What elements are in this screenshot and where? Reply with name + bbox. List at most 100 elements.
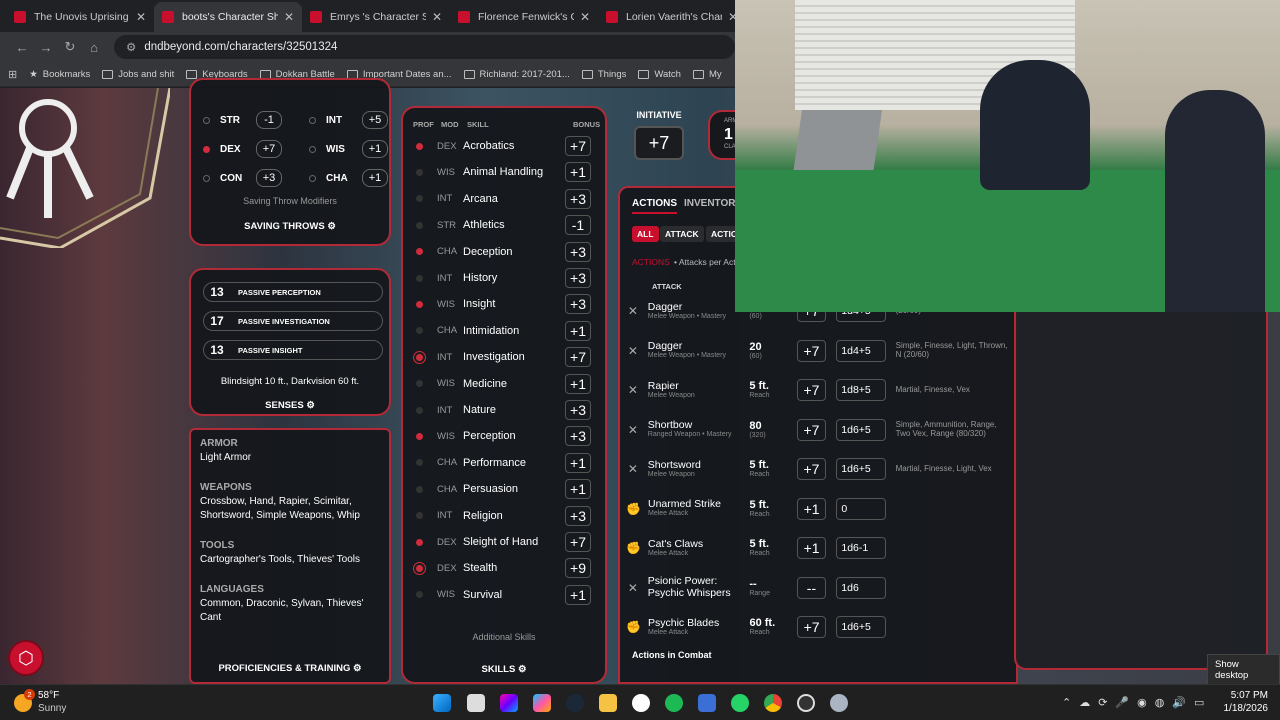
file-explorer-icon[interactable]: [599, 694, 617, 712]
attack-damage[interactable]: 1d6: [836, 576, 886, 599]
close-tab-icon[interactable]: ✕: [432, 10, 442, 24]
skill-bonus[interactable]: +1: [565, 584, 591, 605]
attack-damage[interactable]: 1d6-1: [836, 537, 886, 559]
forward-icon[interactable]: →: [34, 40, 58, 55]
attack-row[interactable]: ✕ Shortsword Melee Weapon 5 ft. Reach +7 1d6+5…: [620, 449, 1010, 489]
attack-hit-bonus[interactable]: +7: [796, 339, 827, 362]
tab-actions[interactable]: ACTIONS: [632, 198, 677, 214]
clock-date[interactable]: 1/18/2026: [1212, 703, 1269, 714]
bookmark-item[interactable]: Things: [581, 69, 626, 80]
skill-bonus[interactable]: +3: [565, 294, 591, 315]
saving-throw-int[interactable]: INT +5: [309, 110, 388, 130]
gear-icon[interactable]: ⚙: [515, 664, 527, 675]
clock-time[interactable]: 5:07 PM: [1228, 690, 1268, 701]
skill-row[interactable]: INT Nature +3: [403, 397, 599, 423]
attack-row[interactable]: ✕ Shortbow Ranged Weapon • Mastery 80 (320) +…: [620, 410, 1010, 450]
skill-bonus[interactable]: +9: [565, 558, 591, 579]
windows-start-icon[interactable]: [433, 694, 451, 712]
chatgpt-icon[interactable]: [632, 694, 650, 712]
whatsapp-icon[interactable]: [731, 694, 749, 712]
additional-skills-link[interactable]: Additional Skills: [403, 632, 605, 642]
skill-bonus[interactable]: +3: [565, 268, 591, 288]
attack-row[interactable]: ✊ Unarmed Strike Melee Attack 5 ft. Reach +1 0: [620, 489, 1010, 529]
skill-bonus[interactable]: +7: [565, 347, 591, 368]
copilot-app-icon[interactable]: [500, 694, 518, 712]
attack-row[interactable]: ✊ Cat's Claws Melee Attack 5 ft. Reach +1 1d6-…: [620, 528, 1010, 568]
home-icon[interactable]: ⌂: [82, 40, 106, 55]
gear-icon[interactable]: ⚙: [325, 221, 336, 232]
back-icon[interactable]: ←: [10, 40, 34, 55]
browser-tab[interactable]: Emrys 's Character Shee ✕: [302, 2, 450, 32]
attack-damage[interactable]: 1d6+5: [836, 616, 886, 638]
skill-bonus[interactable]: +1: [565, 373, 591, 394]
browser-tab[interactable]: Florence Fenwick's Char ✕: [450, 2, 598, 32]
skill-bonus[interactable]: +3: [565, 241, 591, 262]
skill-row[interactable]: DEX Sleight of Hand +7: [403, 529, 599, 555]
skill-row[interactable]: WIS Survival +1: [403, 582, 599, 608]
attack-damage[interactable]: 1d6+5: [836, 418, 886, 441]
bookmark-item[interactable]: Richland: 2017-201...: [463, 69, 570, 80]
attack-hit-bonus[interactable]: +7: [796, 418, 827, 441]
saving-throw-str[interactable]: STR -1: [203, 110, 282, 130]
close-tab-icon[interactable]: ✕: [136, 10, 146, 24]
browser-tab[interactable]: boots's Character Sheet ✕: [154, 2, 302, 32]
skill-row[interactable]: DEX Acrobatics +7: [403, 133, 599, 159]
browser-tab[interactable]: The Unovis Uprising - C ✕: [6, 2, 154, 32]
skill-bonus[interactable]: -1: [565, 215, 591, 236]
skill-row[interactable]: DEX Stealth +9: [403, 555, 599, 581]
attack-hit-bonus[interactable]: +7: [796, 379, 827, 401]
skill-bonus[interactable]: +3: [565, 188, 591, 209]
filter-attack[interactable]: ATTACK: [660, 226, 704, 242]
skill-row[interactable]: CHA Performance +1: [403, 450, 599, 476]
skill-row[interactable]: INT History +3: [403, 265, 599, 291]
saving-throws-title[interactable]: SAVING THROWS ⚙: [191, 221, 389, 232]
bookmark-item[interactable]: Jobs and shit: [102, 69, 174, 80]
task-view-icon[interactable]: [467, 694, 485, 712]
site-info-icon[interactable]: ⚙: [126, 40, 136, 54]
skill-bonus[interactable]: +1: [565, 320, 591, 341]
browser-tab[interactable]: Lorien Vaerith's Charact ✕: [598, 2, 735, 32]
attack-hit-bonus[interactable]: +7: [796, 616, 827, 638]
obs-icon[interactable]: [797, 694, 815, 712]
filter-all[interactable]: ALL: [632, 226, 659, 242]
spotify-icon[interactable]: [665, 694, 683, 712]
initiative-value[interactable]: +7: [634, 126, 684, 160]
skill-row[interactable]: INT Investigation +7: [403, 344, 599, 370]
tray-icons[interactable]: ⌃☁⟳🎤◉◍🔊▭: [1062, 696, 1212, 709]
skill-bonus[interactable]: +7: [565, 136, 591, 156]
saving-throw-dex[interactable]: DEX +7: [203, 139, 282, 159]
attack-hit-bonus[interactable]: +1: [796, 497, 827, 520]
close-tab-icon[interactable]: ✕: [728, 10, 735, 24]
attack-damage[interactable]: 1d6+5: [836, 458, 886, 480]
attack-row[interactable]: ✕ Rapier Melee Weapon 5 ft. Reach +7 1d8+5 Mart…: [620, 370, 1010, 410]
skill-row[interactable]: CHA Intimidation +1: [403, 318, 599, 344]
skill-bonus[interactable]: +3: [565, 505, 591, 526]
reload-icon[interactable]: ↻: [58, 39, 82, 55]
skill-row[interactable]: WIS Animal Handling +1: [403, 159, 599, 185]
document-app-icon[interactable]: [698, 694, 716, 712]
bookmark-item[interactable]: ★ Bookmarks: [29, 69, 90, 80]
attack-row[interactable]: ✕ Psionic Power: Psychic Whispers -- Range -…: [620, 568, 1010, 608]
skill-bonus[interactable]: +1: [565, 479, 591, 500]
skill-bonus[interactable]: +1: [565, 162, 591, 183]
proficiencies-title[interactable]: PROFICIENCIES & TRAINING ⚙: [191, 663, 389, 674]
apps-grid-icon[interactable]: ⊞: [8, 68, 17, 81]
attack-row[interactable]: ✊ Psychic Blades Melee Attack 60 ft. Reach +7…: [620, 607, 1010, 647]
attack-damage[interactable]: 1d8+5: [836, 379, 886, 401]
skill-row[interactable]: INT Religion +3: [403, 503, 599, 529]
gear-icon[interactable]: ⚙: [304, 400, 315, 411]
close-tab-icon[interactable]: ✕: [580, 10, 590, 24]
dice-roller-button[interactable]: ⬡: [8, 640, 44, 676]
gear-icon[interactable]: ⚙: [350, 663, 362, 674]
skill-row[interactable]: WIS Insight +3: [403, 291, 599, 317]
attack-row[interactable]: ✕DaggerMelee Weapon • Mastery20(60)+71d4…: [620, 331, 1010, 371]
skill-bonus[interactable]: +1: [565, 452, 591, 473]
skill-row[interactable]: CHA Persuasion +1: [403, 476, 599, 502]
attack-hit-bonus[interactable]: --: [796, 576, 827, 599]
attack-hit-bonus[interactable]: +7: [796, 458, 827, 480]
copilot-icon[interactable]: [533, 694, 551, 712]
attack-hit-bonus[interactable]: +1: [796, 537, 827, 559]
skill-bonus[interactable]: +3: [565, 426, 591, 447]
skills-title[interactable]: SKILLS ⚙: [403, 664, 605, 675]
attack-damage[interactable]: 0: [836, 497, 886, 520]
